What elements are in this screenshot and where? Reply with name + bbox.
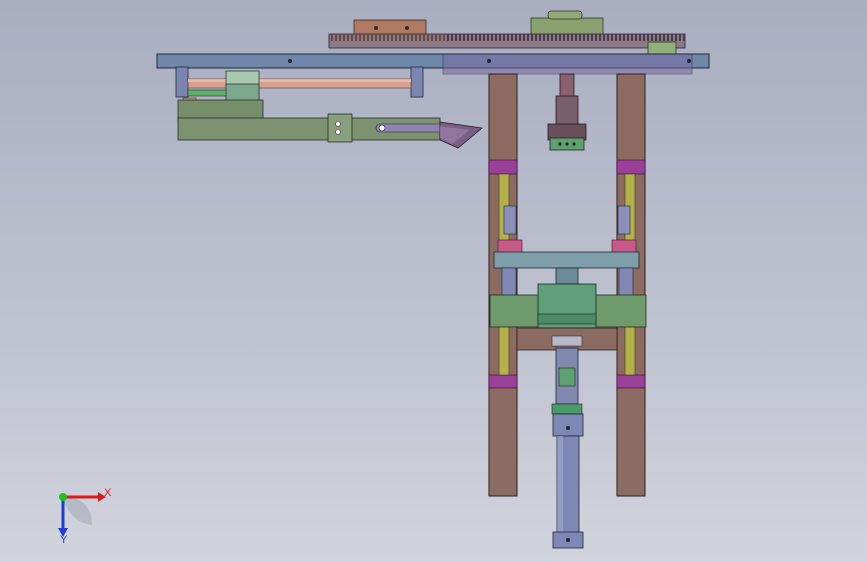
- cad-viewport[interactable]: X Y: [0, 0, 867, 562]
- assembly-model-view[interactable]: X Y: [0, 0, 867, 562]
- left-arm-assembly: [175, 66, 483, 149]
- top-gear-assembly: [328, 10, 686, 55]
- top-motor-block: [530, 17, 604, 37]
- coordinate-triad[interactable]: X Y: [58, 487, 112, 546]
- gear-rack-teeth: [331, 34, 685, 41]
- rack-end-block: [647, 41, 677, 55]
- y-axis-label: Y: [60, 534, 68, 546]
- lower-cylinder: [551, 347, 584, 549]
- x-axis-label: X: [104, 487, 112, 499]
- y-axis-origin-icon: [59, 493, 67, 501]
- upper-cross-plate: [493, 251, 640, 269]
- upper-center-cylinder: [547, 73, 587, 151]
